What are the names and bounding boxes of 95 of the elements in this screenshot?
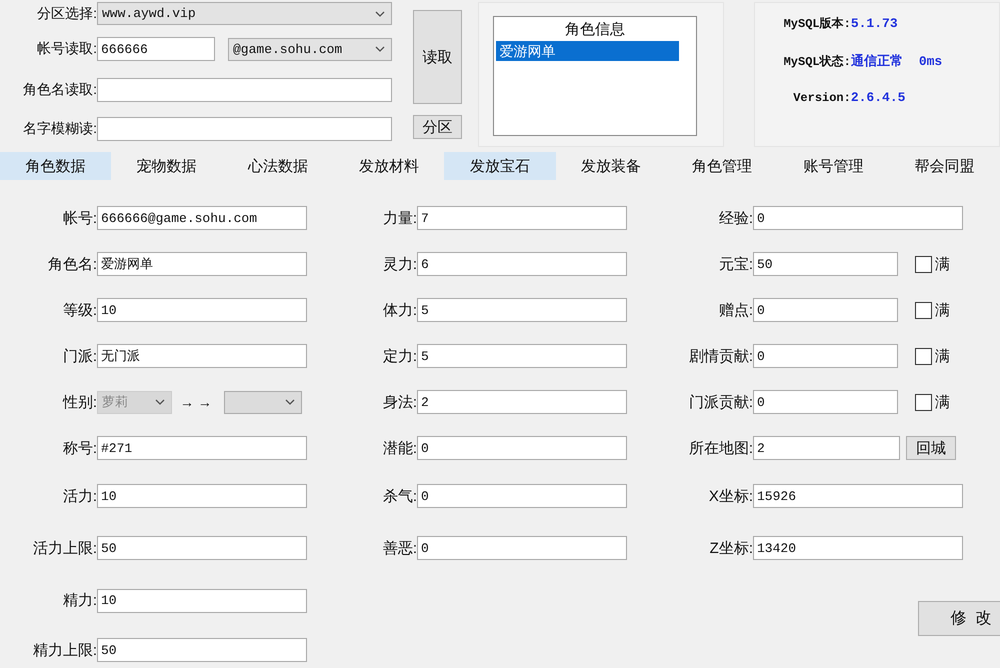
arrows-text: → → bbox=[180, 394, 212, 410]
text-field[interactable]: 50 bbox=[753, 252, 898, 276]
text-field[interactable]: 15926 bbox=[753, 484, 963, 508]
checkbox-label: 满 bbox=[935, 392, 950, 412]
field-label: 力量: bbox=[382, 208, 417, 228]
domain-dropdown[interactable]: @game.sohu.com bbox=[228, 38, 392, 61]
checkbox-label: 满 bbox=[935, 346, 950, 366]
info-value: 通信正常 bbox=[850, 53, 903, 70]
field-label: 潜能: bbox=[382, 438, 417, 458]
text-field[interactable]: 7 bbox=[417, 206, 627, 230]
info-label: MySQL状态: bbox=[782, 54, 851, 70]
tab[interactable]: 宠物数据 bbox=[111, 152, 222, 180]
return-button[interactable]: 回城 bbox=[906, 436, 956, 460]
field-label: 等级: bbox=[62, 300, 97, 320]
text-field[interactable]: 0 bbox=[753, 344, 898, 368]
text-field[interactable]: 10 bbox=[97, 588, 307, 612]
tab[interactable]: 角色数据 bbox=[0, 152, 112, 180]
checkbox[interactable] bbox=[915, 348, 932, 364]
field-label: Z坐标: bbox=[708, 538, 753, 558]
field-label: 所在地图: bbox=[688, 438, 753, 458]
text-field[interactable]: 0 bbox=[753, 206, 963, 230]
list-title: 角色信息 bbox=[564, 20, 626, 40]
text-field[interactable]: 5 bbox=[417, 344, 627, 368]
text-field[interactable]: 0 bbox=[753, 390, 898, 414]
field-label: 杀气: bbox=[382, 486, 417, 506]
info-value: 2.6.4.5 bbox=[850, 90, 906, 105]
modify-button[interactable]: 修 改 bbox=[918, 601, 1000, 636]
field-label: 帐号读取: bbox=[36, 40, 97, 58]
account-field[interactable]: 666666 bbox=[97, 37, 215, 62]
zone-dropdown[interactable]: www.aywd.vip bbox=[97, 2, 392, 26]
read-button[interactable]: 读取 bbox=[413, 10, 462, 104]
checkbox[interactable] bbox=[915, 394, 932, 410]
field-label: 精力上限: bbox=[32, 640, 97, 660]
role-name-field[interactable] bbox=[97, 78, 392, 102]
tab[interactable]: 心法数据 bbox=[222, 152, 334, 180]
zone-button[interactable]: 分区 bbox=[413, 115, 462, 139]
info-value: 5.1.73 bbox=[850, 16, 898, 31]
tab[interactable]: 发放装备 bbox=[556, 152, 667, 180]
field-label: X坐标: bbox=[708, 486, 753, 506]
text-field[interactable]: 50 bbox=[97, 638, 307, 662]
field-label: 性别: bbox=[62, 392, 97, 412]
tab[interactable]: 发放宝石 bbox=[444, 152, 556, 180]
text-field[interactable]: #271 bbox=[97, 436, 307, 460]
field-label: 门派贡献: bbox=[688, 392, 753, 412]
text-field[interactable]: 0 bbox=[753, 298, 898, 322]
checkbox[interactable] bbox=[915, 302, 932, 318]
text-field[interactable]: 0 bbox=[417, 436, 627, 460]
field-label: 活力: bbox=[62, 486, 97, 506]
tab[interactable]: 帮会同盟 bbox=[888, 152, 1000, 180]
field-label: 分区选择: bbox=[36, 4, 97, 23]
field-label: 善恶: bbox=[382, 538, 417, 558]
caret-icon bbox=[375, 10, 385, 17]
field-label: 活力上限: bbox=[32, 538, 97, 558]
field-label: 体力: bbox=[382, 300, 417, 320]
text-field[interactable]: 2 bbox=[753, 436, 900, 460]
text-field[interactable]: 0 bbox=[417, 484, 627, 508]
field-label: 赠点: bbox=[718, 300, 753, 320]
info-latency: 0ms bbox=[918, 54, 942, 69]
info-label: MySQL版本: bbox=[782, 16, 851, 32]
field-label: 角色名: bbox=[46, 254, 97, 274]
field-label: 精力: bbox=[62, 591, 97, 610]
checkbox-label: 满 bbox=[935, 300, 950, 320]
checkbox-label: 满 bbox=[935, 254, 950, 274]
info-label: Version: bbox=[792, 91, 851, 105]
caret-icon bbox=[284, 399, 295, 405]
field-label: 门派: bbox=[62, 346, 97, 366]
text-field[interactable]: 无门派 bbox=[97, 344, 307, 368]
checkbox[interactable] bbox=[915, 256, 932, 272]
text-field[interactable]: 10 bbox=[97, 484, 307, 508]
text-field[interactable]: 13420 bbox=[753, 536, 963, 560]
text-field[interactable]: 10 bbox=[97, 298, 307, 322]
text-field[interactable]: 2 bbox=[417, 390, 627, 414]
field-label: 灵力: bbox=[382, 254, 417, 274]
text-field[interactable]: 6 bbox=[417, 252, 627, 276]
field-label: 定力: bbox=[382, 346, 417, 366]
tab[interactable]: 发放材料 bbox=[333, 152, 444, 180]
tab[interactable]: 角色管理 bbox=[666, 152, 778, 180]
field-label: 角色名读取: bbox=[22, 81, 97, 100]
field-label: 称号: bbox=[62, 438, 97, 458]
field-label: 帐号: bbox=[62, 208, 97, 228]
field-label: 名字模糊读: bbox=[22, 120, 97, 138]
text-field[interactable]: 666666@game.sohu.com bbox=[97, 206, 307, 230]
text-field[interactable]: 50 bbox=[97, 536, 307, 560]
text-field[interactable]: 爱游网单 bbox=[97, 252, 307, 276]
fuzzy-name-field[interactable] bbox=[97, 116, 392, 141]
field-label: 身法: bbox=[382, 392, 417, 412]
role-item[interactable]: 爱游网单 bbox=[496, 41, 680, 61]
field-label: 元宝: bbox=[718, 254, 753, 274]
text-field[interactable]: 5 bbox=[417, 298, 627, 322]
caret-icon bbox=[155, 399, 165, 405]
field-label: 剧情贡献: bbox=[688, 346, 753, 366]
caret-icon bbox=[375, 46, 385, 52]
tab[interactable]: 账号管理 bbox=[778, 152, 889, 180]
field-label: 经验: bbox=[718, 208, 753, 228]
text-field[interactable]: 0 bbox=[417, 536, 627, 560]
